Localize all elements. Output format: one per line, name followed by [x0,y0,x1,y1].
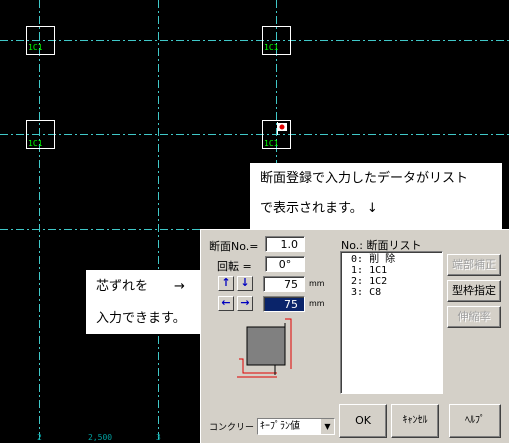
section-list[interactable]: 0: 削 除 1: 1C1 2: 1C2 3: C8 [340,251,443,394]
section-preview [229,317,305,385]
list-item[interactable]: 2: 1C2 [345,276,438,287]
cancel-button[interactable]: ｷｬﾝｾﾙ [391,404,439,438]
column-label: 1C1 [28,43,43,52]
cursor-icon [277,122,287,135]
callout-text: 断面登録で入力したデータがリスト [260,171,469,186]
axis-label: 2,500 [88,433,112,442]
chevron-down-icon[interactable]: ▼ [320,419,334,434]
section-no-field[interactable]: 1.0 [265,236,305,252]
callout-offset-description: 芯ずれを → 入力できます。 [86,270,200,334]
column-label: 1C1 [28,139,43,148]
section-no-label: 断面No.= [209,240,259,253]
down-arrow-icon[interactable]: ↓ [237,276,253,291]
concrete-label: コンクリート [209,423,264,433]
ok-button[interactable]: OK [339,404,387,438]
up-arrow-icon[interactable]: ↑ [218,276,234,291]
right-arrow-icon[interactable]: → [237,296,253,311]
list-item[interactable]: 3: C8 [345,287,438,298]
column-label: 1C1 [264,43,279,52]
section-dialog: 断面No.= 1.0 回転 = 0° ↑ ↓ 75 mm ← → 75 mm N… [200,229,509,443]
callout-list-description: 断面登録で入力したデータがリスト で表示されます。 ↓ [250,163,502,229]
help-button[interactable]: ﾍﾙﾌﾟ [449,404,501,438]
section-preview-drawing [237,318,292,378]
stretch-button[interactable]: 伸縮率 [447,306,501,328]
column-label: 1C1 [264,139,279,148]
concrete-select[interactable]: ｷｰﾌﾟﾗﾝ値 ▼ [257,418,335,435]
axis-label: 2 [37,433,42,442]
edge-fix-button[interactable]: 端部補正 [447,254,501,276]
list-item[interactable]: 0: 削 除 [345,254,438,265]
type-spec-button[interactable]: 型枠指定 [447,280,501,302]
rotation-field[interactable]: 0° [265,256,305,272]
unit-label: mm [309,279,325,288]
callout-text: 芯ずれを → [96,279,185,294]
left-arrow-icon[interactable]: ← [218,296,234,311]
rotation-label: 回転 = [217,260,252,273]
offset-y-field[interactable]: 75 [263,276,305,292]
callout-text: で表示されます。 ↓ [260,201,378,216]
callout-text: 入力できます。 [96,311,186,326]
axis-label: 3 [156,433,161,442]
offset-x-field[interactable]: 75 [263,296,305,312]
list-item[interactable]: 1: 1C1 [345,265,438,276]
concrete-select-value: ｷｰﾌﾟﾗﾝ値 [260,421,300,432]
unit-label: mm [309,299,325,308]
